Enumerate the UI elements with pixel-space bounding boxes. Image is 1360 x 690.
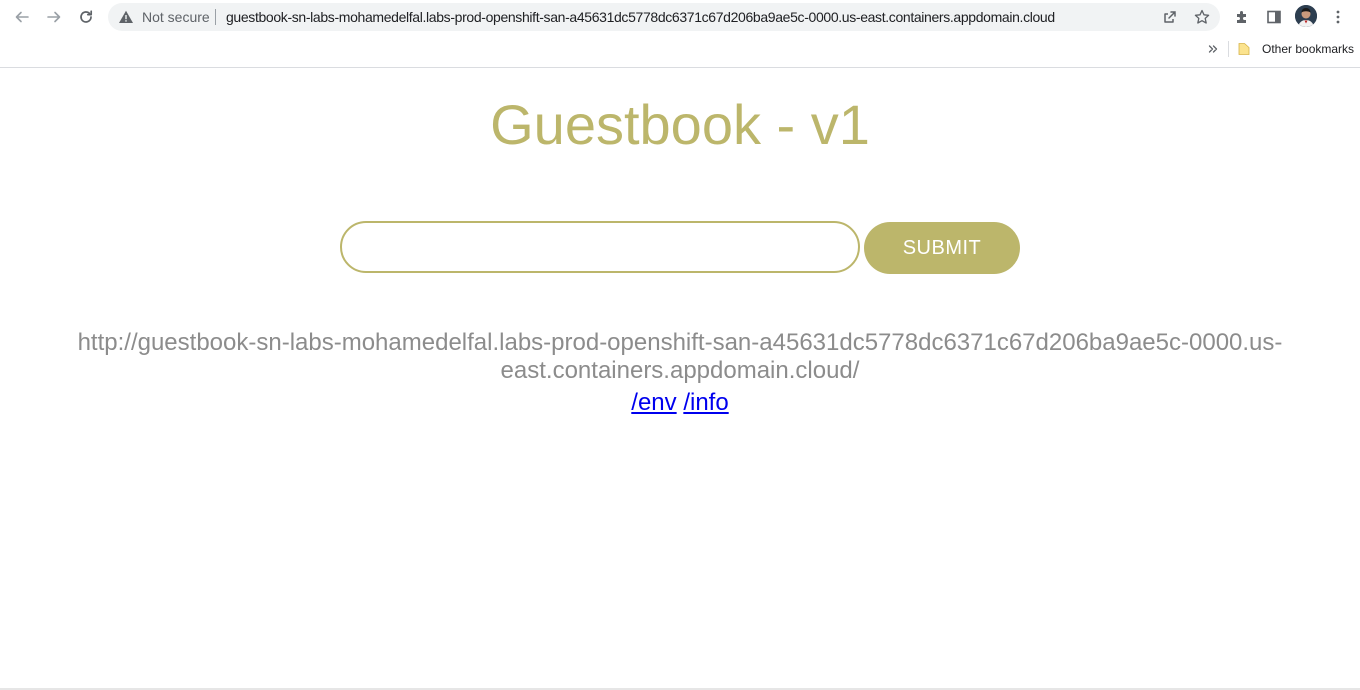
security-status[interactable]: Not secure	[142, 3, 210, 31]
arrow-right-icon	[47, 11, 61, 23]
kebab-menu-icon	[1336, 10, 1340, 24]
info-link[interactable]: /info	[683, 389, 728, 416]
address-url[interactable]: guestbook-sn-labs-mohamedelfal.labs-prod…	[226, 3, 1055, 31]
other-bookmarks-label: Other bookmarks	[1262, 42, 1355, 56]
info-links: /env /info	[0, 389, 1360, 417]
guestbook-page: Guestbook - v1 SUBMIT http://guestbook-s…	[0, 69, 1360, 689]
address-separator	[215, 9, 216, 25]
avatar-icon	[1295, 5, 1317, 27]
chevron-double-right-icon	[1208, 45, 1218, 53]
host-url-text: http://guestbook-sn-labs-mohamedelfal.la…	[77, 329, 1283, 384]
browser-chrome: Not secure guestbook-sn-labs-mohamedelfa…	[0, 0, 1360, 68]
star-icon	[1194, 9, 1210, 24]
reload-button[interactable]	[72, 3, 100, 31]
address-bar[interactable]: Not secure guestbook-sn-labs-mohamedelfa…	[108, 3, 1220, 31]
side-panel-icon	[1267, 10, 1281, 24]
folder-icon	[1238, 43, 1250, 55]
bookmarks-separator	[1228, 41, 1229, 57]
guestbook-entry-input[interactable]	[340, 221, 860, 273]
share-icon	[1164, 11, 1176, 23]
bookmark-star-button[interactable]	[1192, 7, 1212, 27]
back-button[interactable]	[8, 3, 36, 31]
extensions-button[interactable]	[1230, 5, 1254, 29]
warning-triangle-icon	[119, 10, 133, 23]
browser-toolbar: Not secure guestbook-sn-labs-mohamedelfa…	[0, 0, 1360, 34]
profile-avatar[interactable]	[1295, 5, 1317, 27]
reload-icon	[80, 10, 93, 23]
env-link[interactable]: /env	[631, 389, 676, 416]
bookmarks-overflow-button[interactable]	[1204, 40, 1222, 58]
share-button[interactable]	[1160, 7, 1180, 27]
submit-button[interactable]: SUBMIT	[864, 222, 1020, 274]
forward-button[interactable]	[40, 3, 68, 31]
page-title: Guestbook - v1	[490, 93, 870, 156]
puzzle-icon	[1237, 11, 1246, 23]
side-panel-button[interactable]	[1262, 5, 1286, 29]
arrow-left-icon	[15, 11, 29, 23]
other-bookmarks-folder[interactable]: Other bookmarks	[1236, 40, 1354, 58]
browser-menu-button[interactable]	[1326, 5, 1350, 29]
